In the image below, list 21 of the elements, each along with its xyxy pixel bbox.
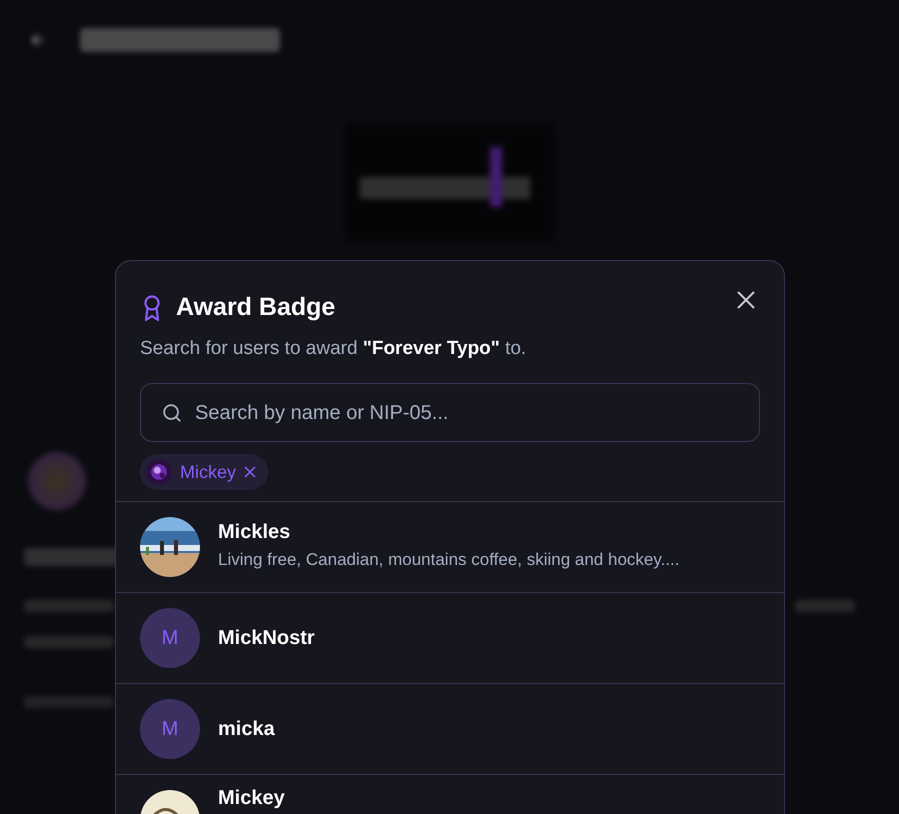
chip-label: Mickey [180,460,236,484]
user-name: Mickey [218,787,285,809]
user-result-row[interactable]: M micka [116,683,784,774]
user-result-row[interactable]: M MickNostr [116,592,784,683]
search-field[interactable]: Search by name or NIP-05... [140,383,760,442]
user-name: micka [218,718,275,740]
avatar: M [140,699,200,759]
user-result-row[interactable]: Mickles Living free, Canadian, mountains coffee, skiing and hockey.... [116,501,784,592]
dialog-subtitle: Search for users to award "Forever Typo" to. [140,336,528,360]
user-name: Mickles [218,521,292,544]
user-result-row[interactable]: Mickey [116,774,784,814]
remove-icon[interactable] [244,466,256,478]
avatar: M [140,608,200,668]
user-chip[interactable]: Mickey [140,454,268,490]
dialog-title: Award Badge [176,292,336,323]
search-icon [161,402,183,424]
user-about: Living free, Canadian, mountains coffee, skiing and hockey.... [218,549,680,572]
blurred-line [795,600,855,612]
user-name: MickNostr [218,627,315,649]
search-input[interactable]: Search by name or NIP-05... [195,398,739,428]
avatar-blur-drawing [28,452,86,510]
